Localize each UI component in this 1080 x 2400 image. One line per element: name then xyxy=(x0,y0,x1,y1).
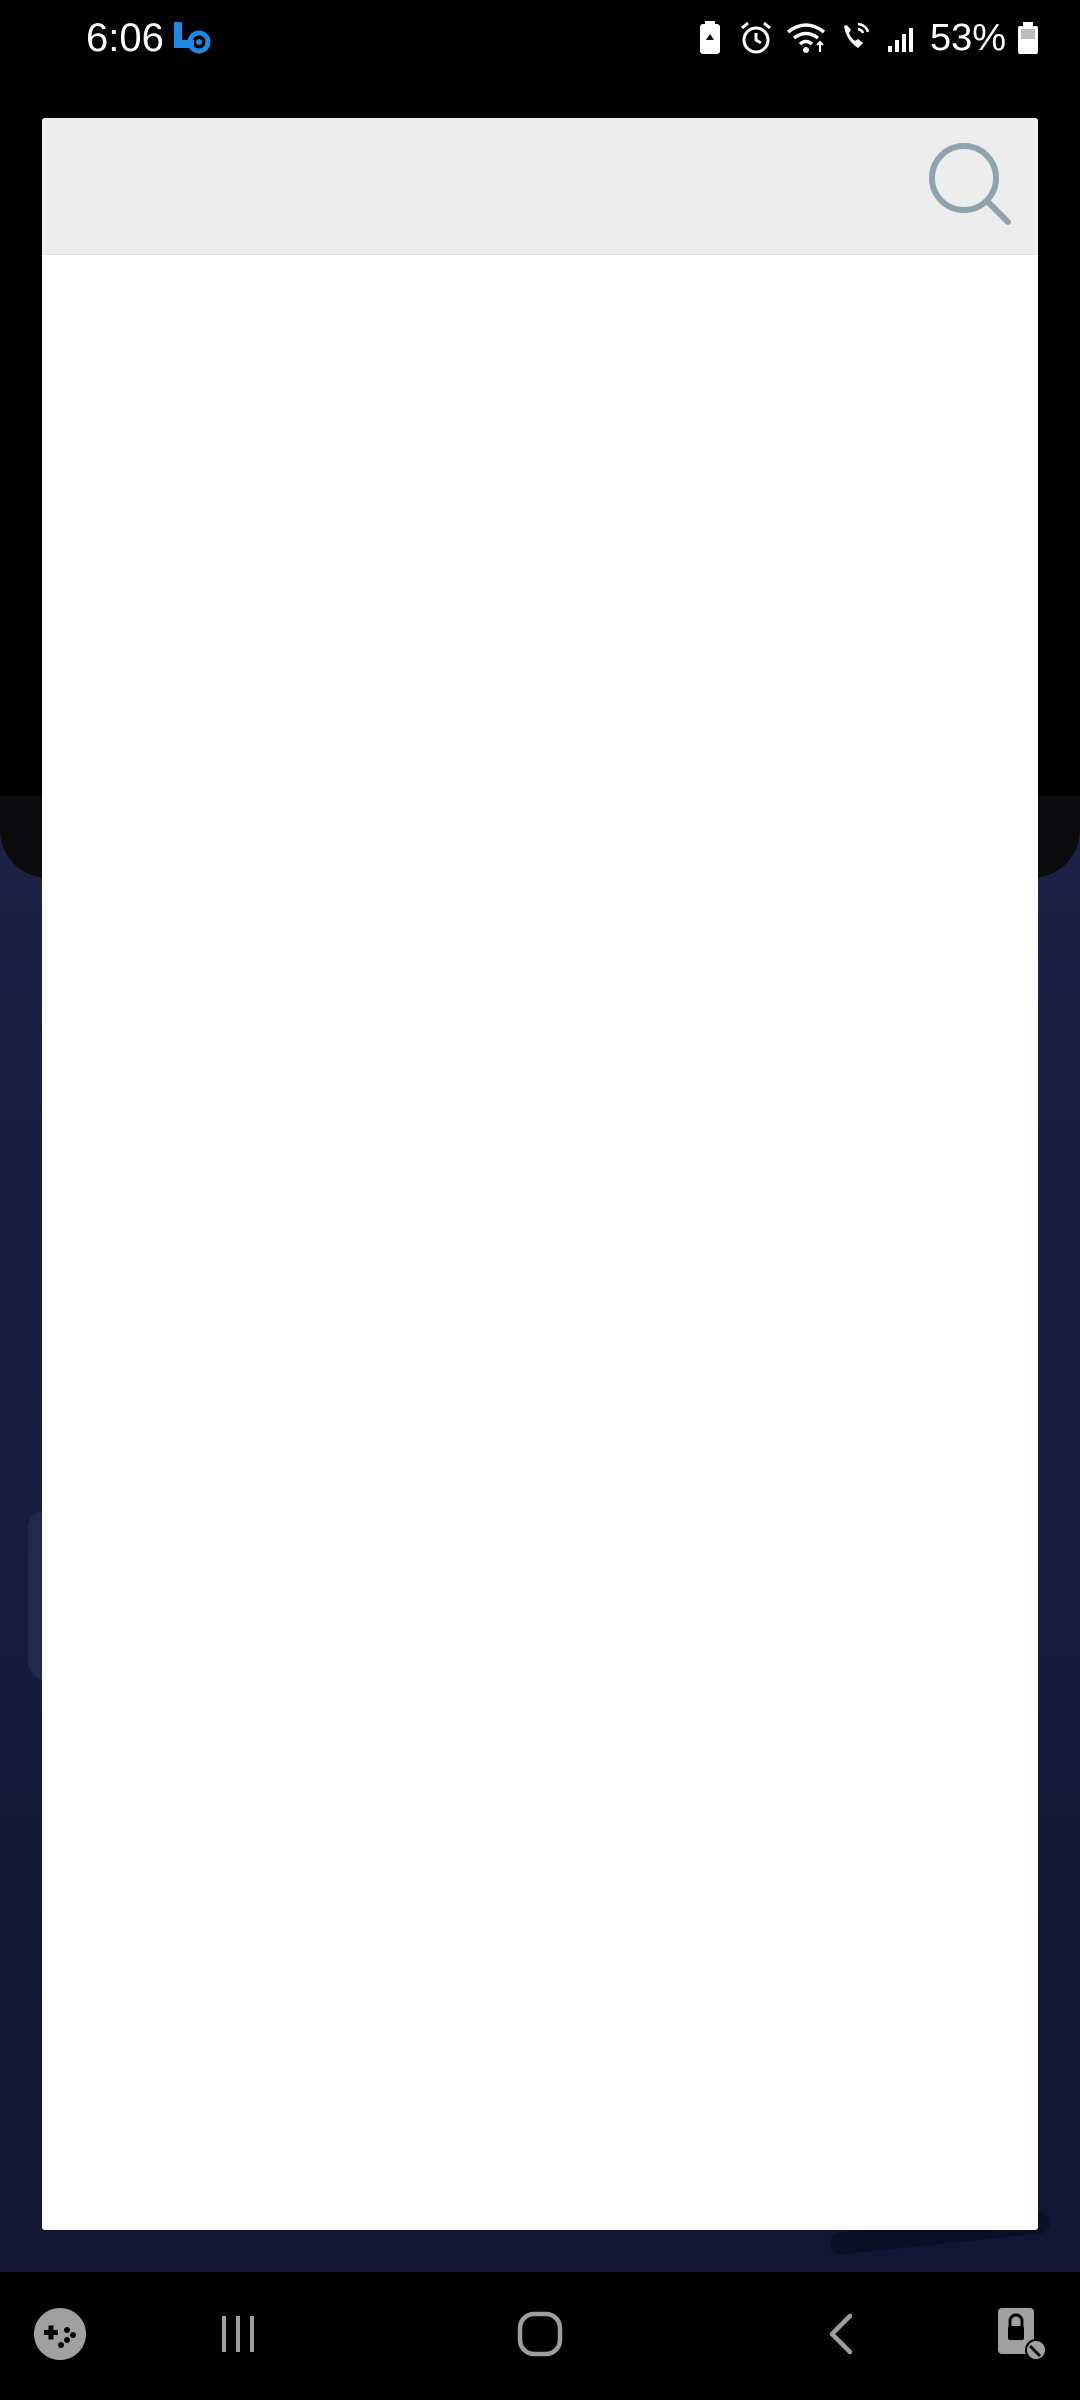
signal-icon xyxy=(884,20,920,56)
wifi-icon xyxy=(784,20,828,56)
dialog-header xyxy=(42,118,1038,255)
status-time: 6:06 xyxy=(86,16,164,60)
status-bar: 6:06 53% xyxy=(0,0,1080,76)
recent-apps-button[interactable] xyxy=(198,2296,278,2376)
back-icon xyxy=(818,2310,866,2363)
secure-folder-button[interactable] xyxy=(980,2296,1060,2376)
navigation-bar xyxy=(0,2272,1080,2400)
battery-icon xyxy=(1016,20,1040,56)
status-icons: 53% xyxy=(692,12,1040,64)
game-launcher-button[interactable] xyxy=(20,2296,100,2376)
secure-folder-icon xyxy=(990,2304,1050,2369)
dialog-content xyxy=(42,255,1038,2230)
search-button[interactable] xyxy=(922,138,1018,234)
back-button[interactable] xyxy=(802,2296,882,2376)
settings-gear-notification-icon xyxy=(172,18,212,58)
dialog xyxy=(42,118,1038,2230)
battery-percent: 53% xyxy=(929,16,1006,59)
game-launcher-icon xyxy=(30,2304,90,2369)
alarm-icon xyxy=(738,20,774,56)
search-icon xyxy=(926,140,1014,233)
wifi-calling-icon xyxy=(838,20,874,56)
home-button[interactable] xyxy=(500,2296,580,2376)
home-icon xyxy=(514,2308,566,2365)
recent-apps-icon xyxy=(214,2310,262,2363)
battery-saver-icon xyxy=(692,20,728,56)
screen: 6:06 53% xyxy=(0,0,1080,2400)
